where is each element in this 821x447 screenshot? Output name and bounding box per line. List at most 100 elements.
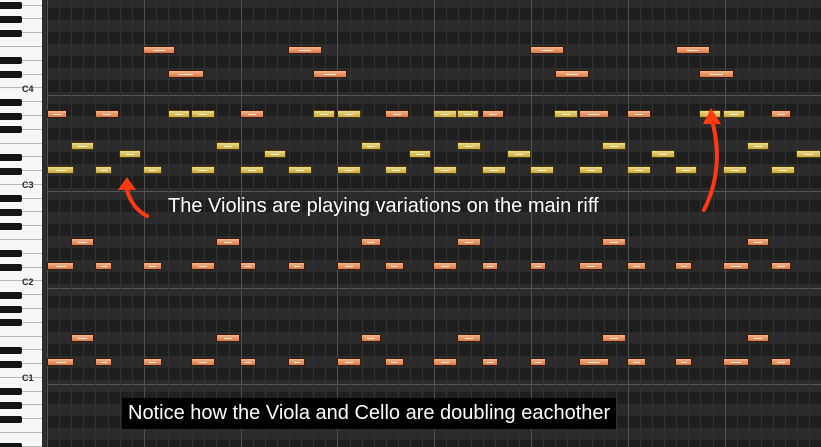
strings-note[interactable] <box>143 262 162 270</box>
violin-note[interactable] <box>191 110 215 118</box>
strings-note[interactable] <box>288 358 305 366</box>
strings-note[interactable] <box>627 358 646 366</box>
strings-note[interactable] <box>385 262 404 270</box>
strings-note[interactable] <box>47 262 74 270</box>
strings-note[interactable] <box>47 110 67 118</box>
black-key[interactable] <box>0 98 22 106</box>
black-key[interactable] <box>0 402 22 410</box>
violin-note[interactable] <box>771 166 795 174</box>
violin-note[interactable] <box>675 166 697 174</box>
strings-note[interactable] <box>385 358 404 366</box>
strings-note[interactable] <box>530 262 546 270</box>
violin-note[interactable] <box>457 110 479 118</box>
strings-note[interactable] <box>579 110 609 118</box>
piano-keyboard[interactable]: C4 C3 C2 C1 <box>0 0 43 447</box>
black-key[interactable] <box>0 57 22 65</box>
strings-note[interactable] <box>337 262 361 270</box>
strings-note[interactable] <box>240 262 256 270</box>
strings-note[interactable] <box>457 238 481 246</box>
violin-note[interactable] <box>288 166 312 174</box>
violin-note[interactable] <box>482 166 506 174</box>
strings-note[interactable] <box>675 262 692 270</box>
black-key[interactable] <box>0 153 22 161</box>
strings-note[interactable] <box>216 238 240 246</box>
black-key[interactable] <box>0 305 22 313</box>
violin-note[interactable] <box>723 110 745 118</box>
violin-note[interactable] <box>385 166 407 174</box>
black-key[interactable] <box>0 112 22 120</box>
violin-note[interactable] <box>143 166 162 174</box>
violin-note[interactable] <box>651 150 675 158</box>
violin-note[interactable] <box>47 166 74 174</box>
strings-note[interactable] <box>168 70 204 78</box>
violin-note[interactable] <box>240 166 264 174</box>
black-key[interactable] <box>0 71 22 79</box>
strings-note[interactable] <box>361 334 381 342</box>
strings-note[interactable] <box>482 358 498 366</box>
strings-note[interactable] <box>602 334 626 342</box>
strings-note[interactable] <box>191 262 215 270</box>
strings-note[interactable] <box>433 262 457 270</box>
strings-note[interactable] <box>675 358 692 366</box>
strings-note[interactable] <box>95 358 112 366</box>
violin-note[interactable] <box>796 150 821 158</box>
strings-note[interactable] <box>602 238 626 246</box>
violin-note[interactable] <box>457 142 481 150</box>
violin-note[interactable] <box>337 166 361 174</box>
black-key[interactable] <box>0 195 22 203</box>
strings-note[interactable] <box>143 46 175 54</box>
strings-note[interactable] <box>361 238 381 246</box>
violin-note[interactable] <box>554 110 578 118</box>
violin-note[interactable] <box>433 110 457 118</box>
strings-note[interactable] <box>723 358 749 366</box>
violin-note[interactable] <box>119 150 141 158</box>
strings-note[interactable] <box>627 262 646 270</box>
strings-note[interactable] <box>71 238 94 246</box>
strings-note[interactable] <box>579 262 603 270</box>
violin-note[interactable] <box>409 150 431 158</box>
violin-note[interactable] <box>530 166 554 174</box>
strings-note[interactable] <box>71 334 94 342</box>
violin-note[interactable] <box>433 166 457 174</box>
piano-roll-grid[interactable] <box>47 0 821 447</box>
strings-note[interactable] <box>385 110 409 118</box>
strings-note[interactable] <box>240 110 264 118</box>
violin-note[interactable] <box>723 166 747 174</box>
strings-note[interactable] <box>47 358 74 366</box>
strings-note[interactable] <box>313 70 347 78</box>
violin-note[interactable] <box>602 142 626 150</box>
black-key[interactable] <box>0 319 22 327</box>
strings-note[interactable] <box>771 358 791 366</box>
strings-note[interactable] <box>482 262 498 270</box>
black-key[interactable] <box>0 264 22 272</box>
violin-note[interactable] <box>216 142 240 150</box>
black-key[interactable] <box>0 222 22 230</box>
black-key[interactable] <box>0 126 22 134</box>
strings-note[interactable] <box>240 358 256 366</box>
violin-note[interactable] <box>747 142 769 150</box>
black-key[interactable] <box>0 443 22 447</box>
strings-note[interactable] <box>457 334 481 342</box>
strings-note[interactable] <box>747 334 769 342</box>
violin-note[interactable] <box>95 166 112 174</box>
black-key[interactable] <box>0 250 22 258</box>
strings-note[interactable] <box>530 46 564 54</box>
black-key[interactable] <box>0 29 22 37</box>
strings-note[interactable] <box>288 262 305 270</box>
black-key[interactable] <box>0 167 22 175</box>
black-key[interactable] <box>0 388 22 396</box>
strings-note[interactable] <box>433 358 457 366</box>
violin-note[interactable] <box>337 110 361 118</box>
violin-note[interactable] <box>264 150 286 158</box>
strings-note[interactable] <box>555 70 589 78</box>
strings-note[interactable] <box>482 110 504 118</box>
violin-note[interactable] <box>191 166 215 174</box>
violin-note[interactable] <box>699 110 721 118</box>
violin-note[interactable] <box>71 142 94 150</box>
strings-note[interactable] <box>143 358 162 366</box>
strings-note[interactable] <box>216 334 240 342</box>
strings-note[interactable] <box>288 46 322 54</box>
strings-note[interactable] <box>95 262 112 270</box>
strings-note[interactable] <box>771 110 791 118</box>
violin-note[interactable] <box>361 142 381 150</box>
